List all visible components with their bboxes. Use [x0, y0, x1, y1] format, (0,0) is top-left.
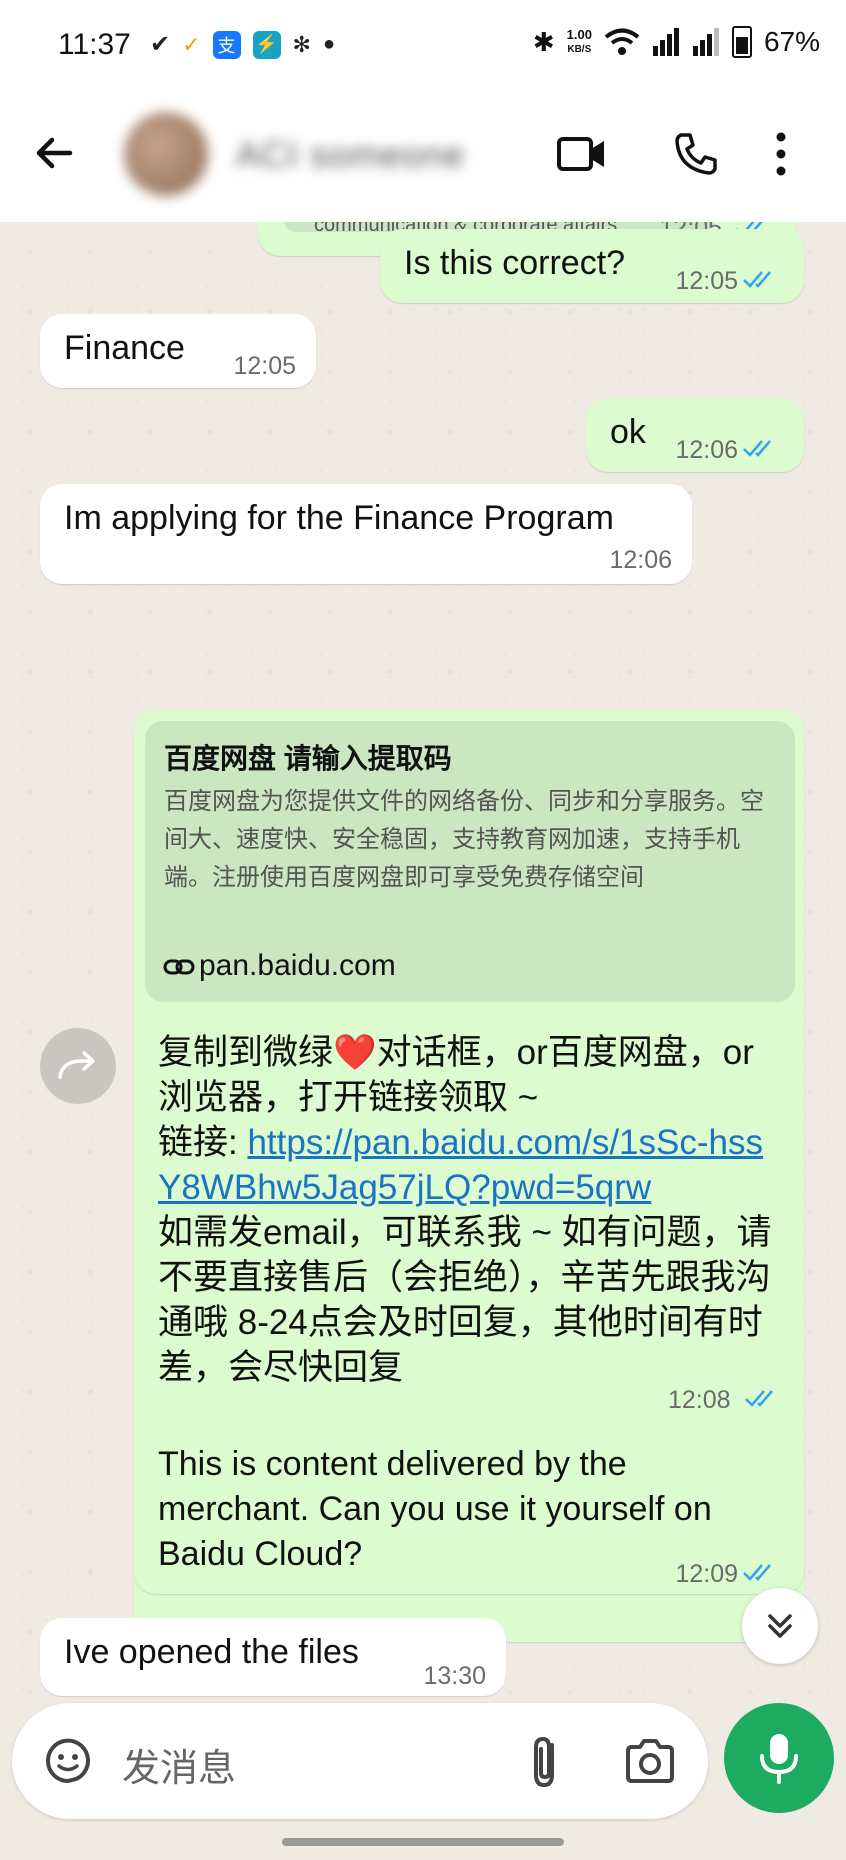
message-text: ok [610, 413, 646, 451]
message-bubble[interactable]: ok 12:06 [586, 398, 804, 472]
link-label: 链接: [158, 1123, 248, 1162]
read-receipt-icon [745, 1390, 773, 1407]
message-bubble[interactable]: Im applying for the Finance Program 12:0… [40, 484, 692, 584]
alipay-icon: 支 [212, 30, 241, 59]
back-arrow-icon[interactable] [30, 128, 80, 178]
contact-name[interactable]: ACI someone [236, 134, 465, 176]
net-speed: 1.00 KB/S [567, 28, 592, 56]
forward-arrow-icon [58, 1051, 95, 1079]
bluetooth-icon: ✱ [532, 26, 555, 57]
link-preview-domain: pan.baidu.com [199, 949, 396, 982]
message-bubble[interactable]: Is this correct? 12:05 [380, 229, 804, 303]
message-text: This is content delivered by the merchan… [158, 1445, 712, 1573]
message-time: 12:09 [675, 1560, 738, 1588]
more-notifications-dot-icon: ● [322, 33, 336, 55]
message-input[interactable]: 发消息 [122, 1737, 236, 1792]
heart-emoji: ❤️ [333, 1033, 377, 1072]
signal-icon-2 [692, 28, 719, 56]
net-speed-value: 1.00 [566, 27, 592, 42]
link-preview-description: 百度网盘为您提供文件的网络备份、同步和分享服务。空间大、速度快、安全稳固，支持教… [164, 788, 764, 891]
home-indicator[interactable] [282, 1838, 564, 1846]
app-check-icon: ✓ [182, 31, 201, 57]
notification-icons: ✔ ✓ 支 ⚡ ✻ ● [150, 30, 335, 59]
message-time: 12:05 [233, 352, 296, 380]
link-icon [163, 959, 195, 975]
message-bubble[interactable]: Ive opened the files 13:30 [40, 1618, 506, 1696]
openai-icon: ✻ [292, 31, 311, 57]
app-bolt-icon: ⚡ [252, 30, 281, 59]
double-chevron-down-icon [768, 1614, 792, 1638]
baidu-pan-link[interactable]: https://pan.baidu.com/s/1sSc-hssY8WBhw5J… [158, 1123, 763, 1207]
message-composer[interactable]: 发消息 [12, 1703, 708, 1819]
forwarded-message-text: 复制到微绿❤️对话框，or百度网盘，or浏览器，打开链接领取 ~ 链接: htt… [158, 1030, 778, 1390]
link-preview-title: 百度网盘 请输入提取码 [164, 743, 452, 774]
video-camera-icon [557, 137, 604, 171]
message-time: 12:05 [675, 267, 738, 295]
forward-button[interactable] [40, 1028, 116, 1104]
net-speed-unit: KB/S [567, 44, 592, 55]
message-time: 12:08 [668, 1386, 731, 1414]
phone-icon [675, 133, 717, 175]
message-time: 12:06 [675, 436, 738, 464]
message-text-rest: 如需发email，可联系我 ~ 如有问题，请不要直接售后（会拒绝），辛苦先跟我沟… [158, 1213, 772, 1387]
voice-message-button[interactable] [724, 1703, 834, 1813]
sticker-icon[interactable] [40, 1733, 96, 1789]
more-vertical-icon [776, 132, 786, 176]
microphone-icon [760, 1734, 798, 1784]
paperclip-icon[interactable] [518, 1731, 574, 1791]
voice-call-button[interactable] [668, 126, 724, 182]
chat-header: ACI someone [0, 92, 846, 222]
message-bubble[interactable]: Finance 12:05 [40, 314, 316, 388]
read-receipt-icon [743, 271, 771, 288]
message-time: 12:06 [609, 546, 672, 574]
battery-percent: 67% [763, 26, 820, 57]
battery-icon [731, 26, 752, 58]
read-receipt-icon [743, 440, 771, 457]
message-time: 13:30 [423, 1662, 486, 1690]
merchant-message-bubble[interactable]: This is content delivered by the merchan… [134, 1432, 804, 1594]
message-text: Is this correct? [404, 244, 626, 282]
system-icons: ✱ 1.00 KB/S 67% [533, 26, 820, 58]
message-text-line1: 复制到微绿 [158, 1033, 334, 1072]
avatar[interactable] [124, 112, 208, 196]
signal-icon-1 [652, 28, 679, 56]
camera-icon[interactable] [622, 1733, 678, 1789]
read-receipt-icon [743, 1564, 771, 1581]
link-preview-card[interactable]: 百度网盘 请输入提取码 百度网盘为您提供文件的网络备份、同步和分享服务。空间大、… [145, 721, 795, 1002]
check-circle-icon: ✔ [150, 31, 171, 58]
scroll-to-bottom-button[interactable] [742, 1588, 818, 1664]
video-call-button[interactable] [554, 126, 610, 182]
wifi-icon [604, 28, 640, 55]
status-time: 11:37 [58, 28, 131, 61]
message-text: Im applying for the Finance Program [64, 499, 614, 537]
more-options-button[interactable] [766, 126, 796, 182]
message-text: Finance [64, 329, 185, 367]
status-bar: 11:37 ✔ ✓ 支 ⚡ ✻ ● ✱ 1.00 KB/S 67% [0, 0, 846, 92]
message-text: Ive opened the files [64, 1633, 359, 1671]
